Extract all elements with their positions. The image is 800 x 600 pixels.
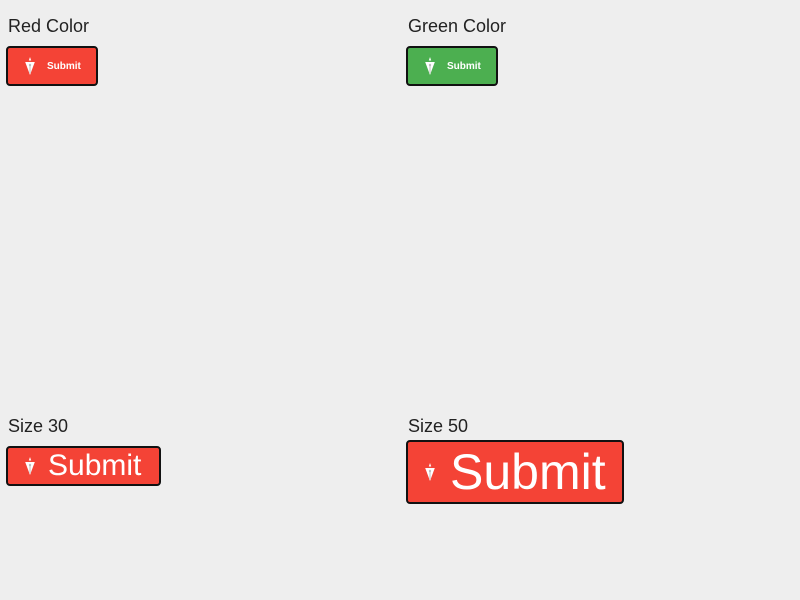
demo-label: Size 50 xyxy=(408,416,469,436)
pen-nib-icon xyxy=(424,56,438,76)
submit-button[interactable]: Submit xyxy=(406,46,498,86)
pen-nib-icon xyxy=(424,462,438,482)
red-color-demo: Red Color Submit xyxy=(0,0,400,400)
demo-label: Green Color xyxy=(408,16,507,36)
submit-button-label: Submit xyxy=(47,60,81,72)
submit-button[interactable]: Submit xyxy=(6,46,98,86)
size-30-demo: Size 30 Submit xyxy=(0,400,400,600)
pen-nib-icon xyxy=(24,456,38,476)
demo-label: Red Color xyxy=(8,16,90,36)
submit-button-label: Submit xyxy=(48,449,142,482)
submit-button-label: Submit xyxy=(447,60,481,72)
submit-button[interactable]: Submit xyxy=(406,440,624,504)
submit-button-label: Submit xyxy=(450,444,606,500)
submit-button[interactable]: Submit xyxy=(6,446,161,486)
demo-label: Size 30 xyxy=(8,416,69,436)
pen-nib-icon xyxy=(24,56,38,76)
size-50-demo: Size 50 Submit xyxy=(400,400,800,600)
green-color-demo: Green Color Submit xyxy=(400,0,800,400)
